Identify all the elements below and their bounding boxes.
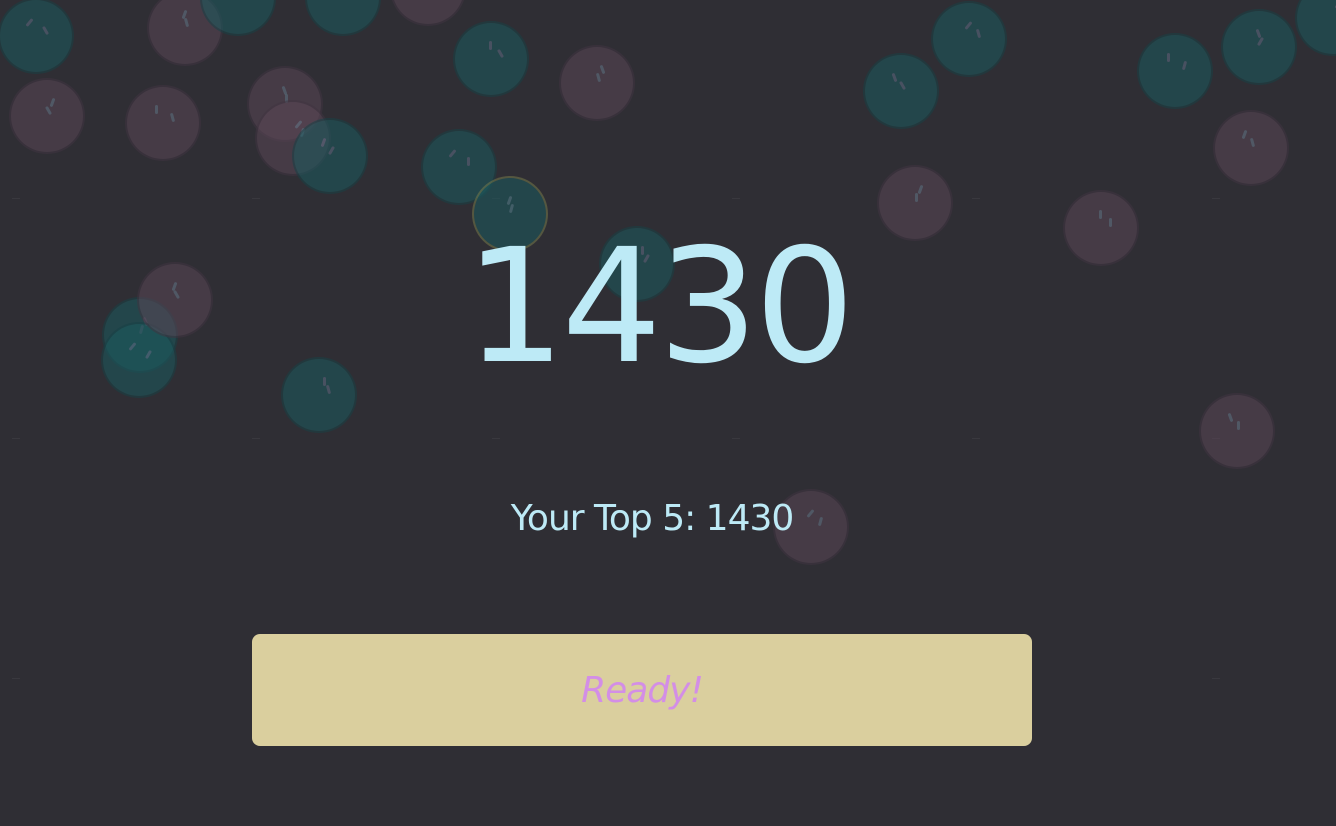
ready-button-label: Ready! [581,669,704,711]
background-bubble [292,118,368,194]
background-bubble [305,0,381,36]
background-bubble [1295,0,1336,56]
background-bubble [390,0,466,26]
background-bubble [1221,9,1297,85]
background-bubble [931,1,1007,77]
background-bubble [1213,110,1289,186]
background-bubble [863,53,939,129]
background-bubble [9,78,85,154]
background-bubble [559,45,635,121]
background-bubble [0,0,74,74]
game-screen: 1430 Your Top 5: 1430 Ready! [0,0,1336,826]
score-display: 1430 [464,215,855,399]
ready-button[interactable]: Ready! [252,634,1032,746]
background-bubble [1137,33,1213,109]
background-bubble [1199,393,1275,469]
background-bubble [125,85,201,161]
top-scores-text: Your Top 5: 1430 [510,498,795,539]
background-bubble [453,21,529,97]
